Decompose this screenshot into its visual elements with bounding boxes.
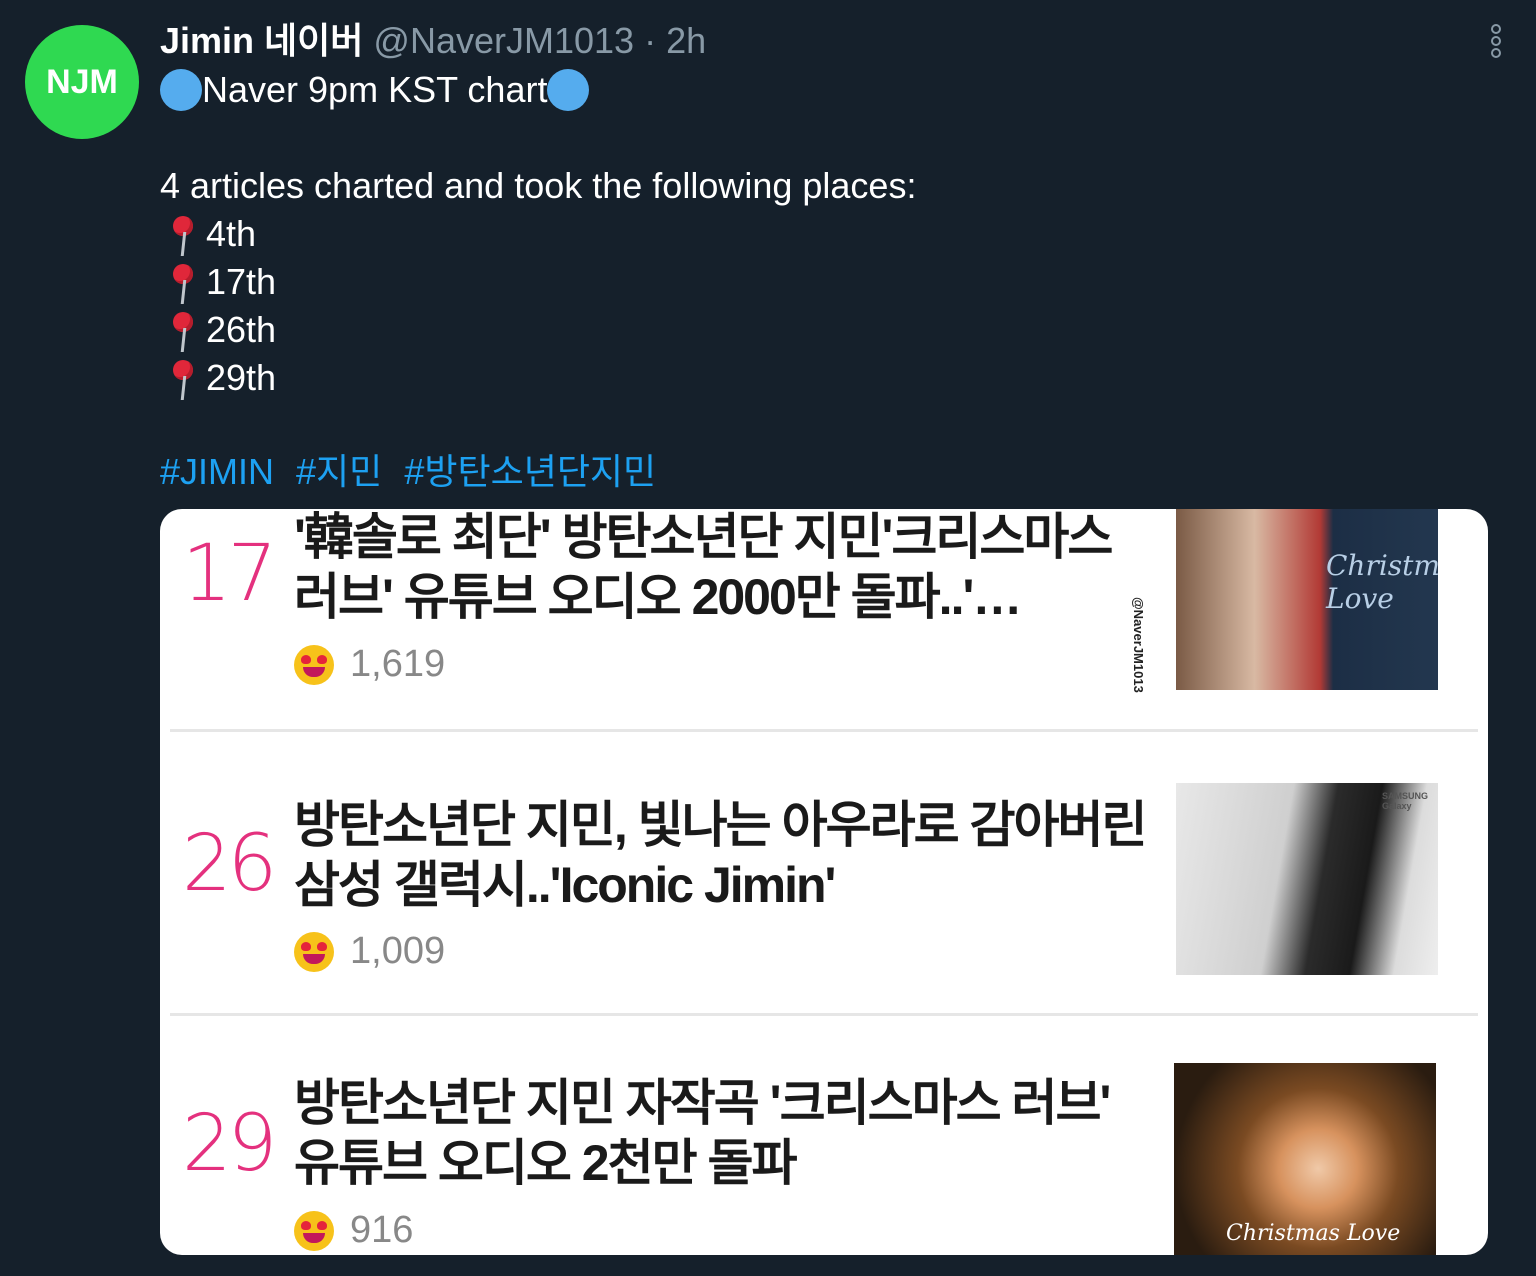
watermark: @NaverJM1013	[1131, 597, 1146, 693]
author-handle[interactable]: @NaverJM1013	[373, 20, 634, 61]
pushpin-icon	[160, 260, 206, 304]
place-label: 29th	[206, 357, 277, 398]
reaction-value: 1,619	[350, 643, 446, 685]
article-row: 29 방탄소년단 지민 자작곡 '크리스마스 러브' 유튜브 오디오 2천만 돌…	[160, 1017, 1488, 1255]
intro-line: 4 articles charted and took the followin…	[160, 165, 917, 206]
thumbnail-caption: Christmas Love	[1326, 549, 1438, 615]
avatar-text: NJM	[46, 62, 118, 101]
article-thumbnail: SAMSUNG Galaxy	[1176, 783, 1438, 975]
timestamp[interactable]: · 2h	[644, 20, 706, 61]
place-item: 17th	[160, 258, 916, 306]
article-title: '韓솔로 최단' 방탄소년단 지민'크리스마스 러브' 유튜브 오디오 2000…	[294, 509, 1113, 625]
more-options-icon[interactable]	[1484, 24, 1508, 58]
blue-circle-icon	[547, 69, 590, 111]
reaction-value: 916	[350, 1209, 414, 1251]
reaction-count: 1,009	[294, 930, 445, 973]
article-thumbnail: Christmas Love	[1176, 509, 1438, 690]
article-rank: 17	[182, 529, 277, 619]
avatar[interactable]: NJM	[25, 25, 139, 139]
hashtags: #JIMIN #지민 #방탄소년단지민	[160, 448, 668, 496]
tweet-header: Jimin 네이버 @NaverJM1013 · 2h	[160, 18, 706, 64]
divider	[170, 729, 1478, 732]
article-row: 26 방탄소년단 지민, 빛나는 아우라로 감아버린 삼성 갤럭시..'Icon…	[160, 733, 1488, 1013]
tweet-text: Naver 9pm KST chart 4 articles charted a…	[160, 66, 916, 402]
place-item: 29th	[160, 354, 916, 402]
headline-line: Naver 9pm KST chart	[160, 66, 916, 114]
author-name[interactable]: Jimin 네이버	[160, 20, 363, 61]
article-thumbnail: Christmas Love	[1174, 1063, 1436, 1255]
article-row: 17 '韓솔로 최단' 방탄소년단 지민'크리스마스 러브' 유튜브 오디오 2…	[160, 509, 1488, 729]
place-label: 17th	[206, 261, 277, 302]
headline: Naver 9pm KST chart	[202, 69, 548, 110]
pushpin-icon	[160, 308, 206, 352]
article-title: 방탄소년단 지민 자작곡 '크리스마스 러브' 유튜브 오디오 2천만 돌파	[294, 1075, 1111, 1191]
attached-image[interactable]: 17 '韓솔로 최단' 방탄소년단 지민'크리스마스 러브' 유튜브 오디오 2…	[160, 509, 1488, 1255]
pushpin-icon	[160, 212, 206, 256]
reaction-count: 916	[294, 1209, 413, 1252]
article-rank: 26	[182, 819, 277, 909]
place-item: 26th	[160, 306, 916, 354]
place-label: 26th	[206, 309, 277, 350]
reaction-value: 1,009	[350, 930, 446, 972]
blue-circle-icon	[160, 69, 202, 111]
pushpin-icon	[160, 356, 206, 400]
hashtag-link[interactable]: #JIMIN	[160, 451, 274, 492]
divider	[170, 1013, 1478, 1016]
heart-eyes-emoji-icon	[294, 1210, 334, 1251]
heart-eyes-emoji-icon	[294, 644, 334, 685]
article-title: 방탄소년단 지민, 빛나는 아우라로 감아버린 삼성 갤럭시..'Iconic …	[294, 797, 1147, 913]
thumbnail-caption: Christmas Love	[1226, 1221, 1401, 1246]
heart-eyes-emoji-icon	[294, 931, 334, 972]
hashtag-link[interactable]: #지민	[296, 451, 382, 492]
place-item: 4th	[160, 210, 916, 258]
reaction-count: 1,619	[294, 643, 445, 686]
thumbnail-caption: SAMSUNG Galaxy	[1382, 791, 1429, 811]
hashtag-link[interactable]: #방탄소년단지민	[404, 451, 656, 492]
article-rank: 29	[182, 1099, 277, 1189]
place-label: 4th	[206, 213, 257, 254]
